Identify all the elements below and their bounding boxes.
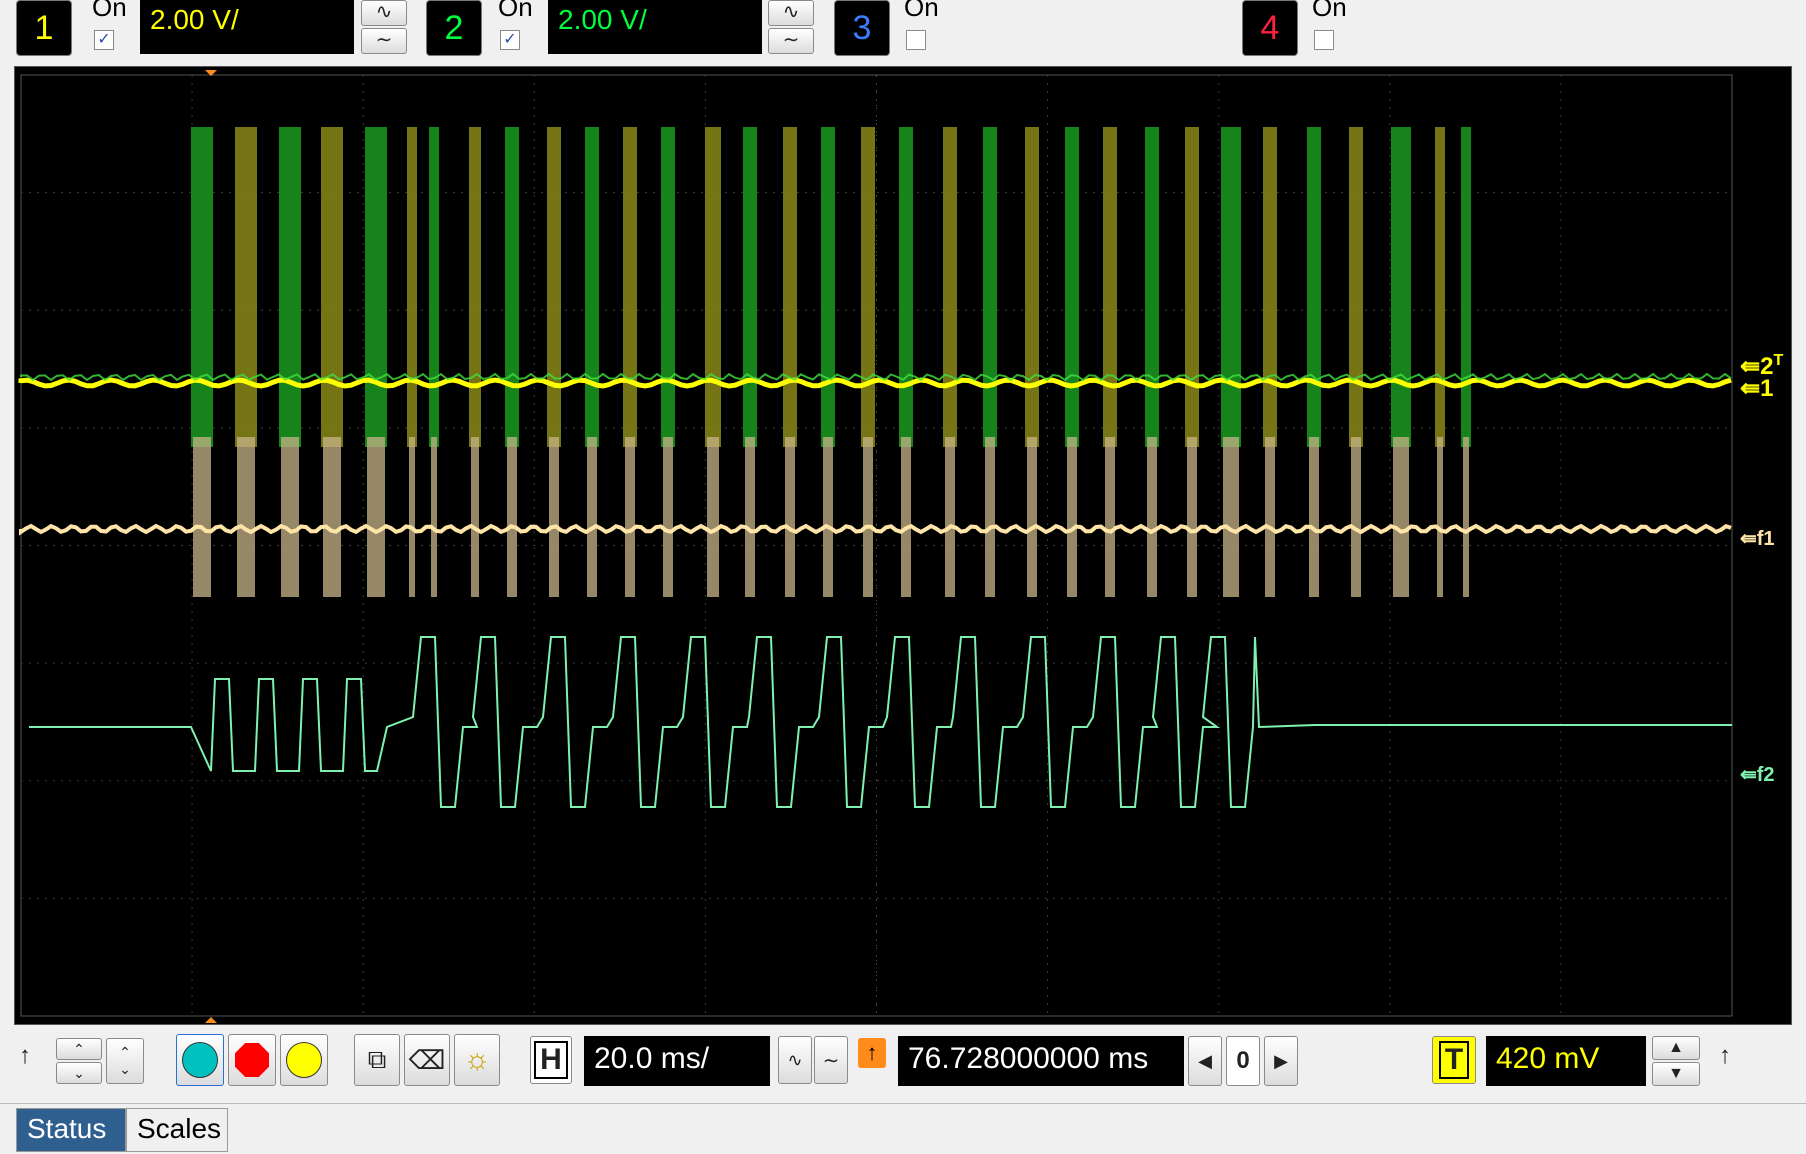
timebase-readout[interactable]: 20.0 ms/ [584, 1036, 770, 1086]
clear-display-button[interactable]: ⌫ [404, 1034, 450, 1086]
scroll-up-button[interactable]: ⌃ [56, 1038, 102, 1060]
stop-button[interactable] [228, 1034, 276, 1086]
control-toolbar: ↑ ⌃ ⌄ ⌃ ⌄ ⧉ ⌫ ☼ H 20.0 ms/ ∿ ∼ ↑ 76.72800… [0, 1028, 1806, 1102]
run-button[interactable] [176, 1034, 224, 1086]
f1-offset-marker[interactable]: ⇚f1 [1740, 526, 1775, 551]
f2-marker-label: f2 [1756, 764, 1775, 786]
channel-4-on-label: On [1312, 0, 1347, 22]
fine-button[interactable]: ∿ [778, 1036, 812, 1084]
channel-1-dc-coupling-button[interactable]: ∼ [361, 28, 407, 54]
delay-readout[interactable]: 76.728000000 ms [898, 1036, 1184, 1086]
channel-toolbar: 1 On ✓ 2.00 V/ ∿ ∼ 2 On ✓ 2.00 V/ ∿ ∼ 3 … [0, 0, 1806, 62]
channel-2-on-label: On [498, 0, 533, 22]
tab-bar: Status Scales [0, 1103, 1806, 1154]
eraser-icon: ⌫ [408, 1044, 446, 1075]
channel-4-on-checkbox[interactable] [1314, 30, 1334, 50]
channel-4-button[interactable]: 4 [1242, 0, 1298, 56]
delay-zero-button[interactable]: 0 [1226, 1036, 1260, 1086]
single-icon [286, 1042, 322, 1078]
horizontal-label: H [534, 1041, 568, 1079]
trigger-level-marker: T [1773, 352, 1784, 369]
channel-3-on-checkbox[interactable] [906, 30, 926, 50]
tab-status[interactable]: Status [16, 1108, 126, 1152]
channel-1-offset-marker[interactable]: ⇚1 [1740, 374, 1773, 403]
channel-3-button[interactable]: 3 [834, 0, 890, 56]
channel-2-button[interactable]: 2 [426, 0, 482, 56]
channel-1-volts-per-div[interactable]: 2.00 V/ [140, 0, 354, 54]
autoscale-icon: ⧉ [367, 1044, 387, 1074]
channel-2-ac-coupling-button[interactable]: ∿ [768, 0, 814, 26]
delay-right-button[interactable]: ▶ [1264, 1036, 1298, 1086]
trigger-label: T [1438, 1041, 1470, 1079]
brightness-icon: ☼ [463, 1043, 491, 1076]
trigger-level-down-button[interactable]: ▼ [1652, 1062, 1700, 1086]
channel-2-volts-per-div[interactable]: 2.00 V/ [548, 0, 762, 54]
channel-3-on-label: On [904, 0, 939, 22]
run-icon [182, 1042, 218, 1078]
f2-offset-marker[interactable]: ⇚f2 [1740, 762, 1775, 787]
trigger-button[interactable]: T [1432, 1036, 1476, 1084]
channel-1-on-checkbox[interactable]: ✓ [94, 30, 114, 50]
position-arrow-icon[interactable]: ↑ [12, 1036, 38, 1076]
channel-1-ac-coupling-button[interactable]: ∿ [361, 0, 407, 26]
channel-2-dc-coupling-button[interactable]: ∼ [768, 28, 814, 54]
delay-left-button[interactable]: ◀ [1188, 1036, 1222, 1086]
horizontal-button[interactable]: H [530, 1036, 572, 1084]
scroll-down-button[interactable]: ⌄ [56, 1062, 102, 1084]
channel-1-marker-label: 1 [1760, 375, 1774, 402]
channel-1-on-label: On [92, 0, 127, 22]
trigger-position-arrow-icon[interactable]: ↑ [1712, 1036, 1738, 1076]
single-button[interactable] [280, 1034, 328, 1086]
intensity-button[interactable]: ☼ [454, 1034, 500, 1086]
autoscale-button[interactable]: ⧉ [354, 1034, 400, 1086]
channel-1-button[interactable]: 1 [16, 0, 72, 56]
coarse-button[interactable]: ∼ [814, 1036, 848, 1084]
waveform-traces [18, 127, 1732, 808]
trigger-level-readout[interactable]: 420 mV [1486, 1036, 1646, 1086]
channel-2-on-checkbox[interactable]: ✓ [500, 30, 520, 50]
waveform-display[interactable] [14, 66, 1792, 1025]
f1-marker-label: f1 [1756, 528, 1775, 550]
tab-scales[interactable]: Scales [126, 1108, 228, 1152]
trigger-level-up-button[interactable]: ▲ [1652, 1036, 1700, 1060]
delay-reference-icon[interactable]: ↑ [858, 1038, 886, 1068]
stop-icon [235, 1043, 269, 1077]
expand-button[interactable]: ⌃ ⌄ [106, 1038, 144, 1084]
